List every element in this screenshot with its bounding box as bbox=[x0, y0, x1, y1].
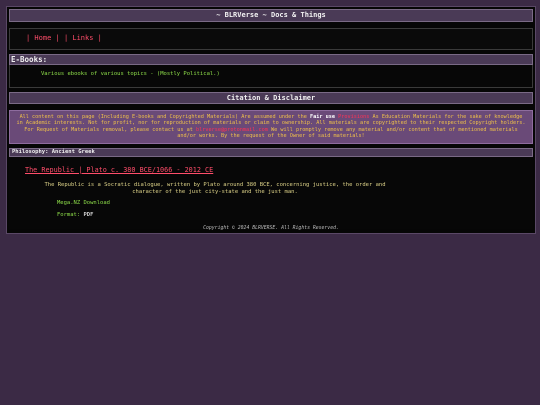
citation-heading: Citation & Disclaimer bbox=[9, 92, 533, 104]
book-title-link[interactable]: The Republic | Plato c. 380 BCE/1066 - 2… bbox=[25, 166, 213, 174]
provisions-link[interactable]: Provisions bbox=[338, 114, 369, 120]
ebooks-description: Various ebooks of various topics - (Most… bbox=[41, 71, 220, 77]
book-format: Format: PDF bbox=[57, 212, 93, 218]
copyright-footer: Copyright © 2024 BLRVERSE. All Rights Re… bbox=[203, 226, 339, 231]
ebooks-heading: E-Books: bbox=[9, 54, 533, 65]
fair-use-label: Fair use bbox=[310, 114, 336, 120]
book-entry: The Republic | Plato c. 380 BCE/1066 - 2… bbox=[9, 157, 533, 229]
nav-bar: | Home | | Links | bbox=[9, 28, 533, 50]
site-title: ~ BLRVerse ~ Docs & Things bbox=[9, 9, 533, 22]
download-link[interactable]: Mega.NZ Download bbox=[57, 200, 110, 206]
philosophy-heading: Philosophy: Ancient Greek bbox=[9, 148, 533, 157]
ebooks-description-box: Various ebooks of various topics - (Most… bbox=[9, 65, 533, 88]
format-value: PDF bbox=[83, 212, 94, 218]
nav-links-link[interactable]: | Links | bbox=[64, 34, 102, 42]
book-description: The Republic is a Socratic dialogue, wri… bbox=[44, 182, 386, 195]
contact-email-link[interactable]: blrverse@protonmail.com bbox=[196, 127, 268, 133]
nav-links: | Home | | Links | bbox=[26, 34, 102, 42]
page-container: ~ BLRVerse ~ Docs & Things | Home | | Li… bbox=[6, 6, 536, 234]
citation-text-1: All content on this page (Including E-bo… bbox=[19, 114, 311, 120]
nav-home-link[interactable]: | Home | bbox=[26, 34, 60, 42]
citation-body: All content on this page (Including E-bo… bbox=[9, 110, 533, 144]
format-label: Format: bbox=[57, 212, 81, 218]
